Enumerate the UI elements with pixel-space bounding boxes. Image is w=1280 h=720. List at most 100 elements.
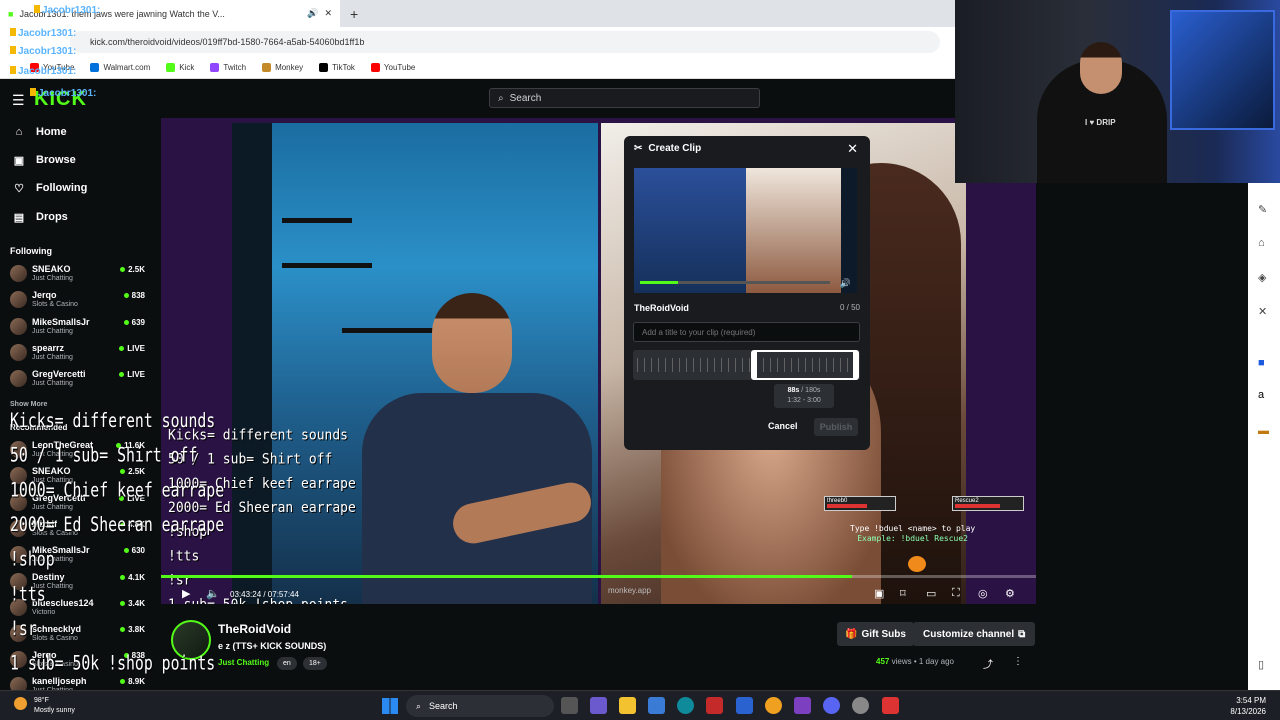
tab-favicon-icon: ■ xyxy=(8,8,14,19)
bing-icon[interactable]: ■ xyxy=(1258,357,1265,369)
overlay-commands-large: Kicks= different sounds 50 / 1 sub= Shir… xyxy=(10,409,225,675)
bookmarks-bar: YouTube Walmart.com Kick Twitch Monkey T… xyxy=(0,57,955,79)
more-options-icon[interactable]: ⋮ xyxy=(1013,656,1023,667)
following-channel[interactable]: Jerqo Slots & Casino 838 xyxy=(10,288,145,312)
system-clock[interactable]: 3:54 PM 8/13/2026 xyxy=(1230,695,1266,717)
amazon-icon[interactable]: a xyxy=(1258,389,1264,401)
gift-icon: 🎁 xyxy=(845,628,858,640)
settings-icon[interactable]: ⚙ xyxy=(1005,587,1015,600)
avatar xyxy=(10,265,27,282)
clip-preview[interactable]: 🔊 xyxy=(634,168,857,293)
app-icon[interactable] xyxy=(736,697,753,714)
browse-icon: ▣ xyxy=(13,154,25,167)
tag-language[interactable]: en xyxy=(277,657,297,670)
bookmark-monkey[interactable]: Monkey xyxy=(262,63,303,73)
task-view-icon[interactable] xyxy=(561,697,578,714)
obs-icon[interactable] xyxy=(794,697,811,714)
theater-icon[interactable]: ▭ xyxy=(926,587,936,600)
speaker-icon[interactable]: 🔊 xyxy=(307,8,318,19)
external-icon: ⧉ xyxy=(1018,628,1026,640)
sidebar-item-following[interactable]: ♡ Following xyxy=(12,178,87,198)
tag-mature[interactable]: 18+ xyxy=(303,657,327,670)
briefcase-icon[interactable]: ▬ xyxy=(1258,425,1269,437)
gift-subs-button[interactable]: 🎁 Gift Subs xyxy=(837,622,914,646)
category-link[interactable]: Just Chatting xyxy=(218,658,269,667)
customize-channel-button[interactable]: Customize channel ⧉ xyxy=(913,622,1036,646)
edit-icon[interactable]: ✎ xyxy=(1258,203,1267,216)
store-icon[interactable] xyxy=(648,697,665,714)
following-channel[interactable]: MikeSmallsJr Just Chatting 639 xyxy=(10,315,145,339)
tools-icon[interactable]: ✕ xyxy=(1258,305,1267,318)
sidebar-item-browse[interactable]: ▣ Browse xyxy=(12,150,76,170)
publish-button[interactable]: Publish xyxy=(814,418,858,436)
clip-owner-row: TheRoidVoid 0 / 50 xyxy=(634,303,860,313)
bookmark-tiktok[interactable]: TikTok xyxy=(319,63,355,73)
sun-icon xyxy=(14,697,27,710)
bookmark-youtube-2[interactable]: YouTube xyxy=(370,63,415,73)
following-title: Following xyxy=(10,246,52,256)
pumpkin-icon xyxy=(908,556,926,572)
clip-title-input[interactable] xyxy=(633,322,860,342)
following-channel[interactable]: GregVercetti Just Chatting LIVE xyxy=(10,367,145,391)
speed-icon[interactable]: ◎ xyxy=(978,587,988,600)
menu-icon[interactable]: ☰ xyxy=(12,92,25,109)
bookmark-walmart[interactable]: Walmart.com xyxy=(90,63,150,73)
copilot-icon[interactable] xyxy=(590,697,607,714)
clip-icon[interactable]: ⌑ xyxy=(900,587,906,600)
app-icon[interactable] xyxy=(882,697,899,714)
progress-fill xyxy=(161,575,853,578)
clip-duration-tooltip: 88s / 180s 1:32 - 3:00 xyxy=(774,384,834,408)
following-channel[interactable]: spearrz Just Chatting LIVE xyxy=(10,341,145,365)
home-icon: ⌂ xyxy=(15,126,23,138)
share-icon[interactable]: ⤴ xyxy=(983,656,993,671)
volume-icon[interactable]: 🔊 xyxy=(840,278,851,289)
close-tab-icon[interactable]: ✕ xyxy=(324,8,332,19)
new-tab-button[interactable]: + xyxy=(350,6,358,22)
channel-name[interactable]: TheRoidVoid xyxy=(218,622,291,636)
following-channel[interactable]: SNEAKO Just Chatting 2.5K xyxy=(10,262,145,286)
anime-poster xyxy=(1170,10,1275,130)
windows-start-icon[interactable] xyxy=(382,698,398,714)
clip-owner: TheRoidVoid xyxy=(634,303,689,313)
weather-widget[interactable]: 98°F Mostly sunny xyxy=(14,696,75,716)
close-icon[interactable]: ✕ xyxy=(847,141,858,157)
app-icon[interactable] xyxy=(706,697,723,714)
chat-spam-line: Jacobr1301: xyxy=(10,28,76,39)
right-panel xyxy=(1045,183,1248,690)
pip-icon[interactable]: ▣ xyxy=(874,587,884,600)
clip-selection-handle[interactable] xyxy=(751,350,859,380)
search-icon: ⌕ xyxy=(498,92,504,104)
shelf xyxy=(282,218,352,223)
sidebar-item-drops[interactable]: ▤ Drops xyxy=(12,207,68,227)
video-progress-bar[interactable] xyxy=(161,575,1036,578)
char-counter: 0 / 50 xyxy=(839,303,860,312)
game-icon[interactable]: ◈ xyxy=(1258,271,1266,284)
chrome-icon[interactable] xyxy=(765,697,782,714)
drops-icon: ▤ xyxy=(13,211,25,224)
bookmark-twitch[interactable]: Twitch xyxy=(210,63,246,73)
modal-header: ✂ Create Clip xyxy=(634,143,702,154)
search-input[interactable]: ⌕ Search xyxy=(489,88,760,108)
taskbar-search[interactable]: ⌕ Search xyxy=(406,695,554,717)
edge-icon[interactable] xyxy=(677,697,694,714)
tag-icon[interactable]: ⌂ xyxy=(1258,237,1265,249)
settings-icon[interactable] xyxy=(852,697,869,714)
fullscreen-icon[interactable]: ⛶ xyxy=(952,587,960,600)
heart-icon: ♡ xyxy=(14,182,24,195)
search-icon: ⌕ xyxy=(416,700,422,711)
address-bar[interactable]: kick.com/theroidvoid/videos/019ff7bd-158… xyxy=(70,31,940,53)
cancel-button[interactable]: Cancel xyxy=(768,421,798,431)
streamer xyxy=(362,293,595,604)
site-header: ☰ KICK ⌕ Search xyxy=(0,80,1045,118)
sidebar-toggle-icon[interactable]: ▯ xyxy=(1258,658,1264,671)
preview-progress[interactable] xyxy=(640,281,830,284)
duel-health-bar-1: threeb0 xyxy=(824,496,896,511)
file-explorer-icon[interactable] xyxy=(619,697,636,714)
bookmark-kick[interactable]: Kick xyxy=(166,63,194,73)
discord-icon[interactable] xyxy=(823,697,840,714)
clip-range-selector[interactable] xyxy=(633,350,860,380)
browser-side-panel: ✎ ⌂ ◈ ✕ ■ a ▬ ▯ xyxy=(1248,183,1280,690)
sidebar-item-home[interactable]: ⌂ Home xyxy=(12,122,67,142)
watermark: monkey.app xyxy=(608,586,651,595)
avatar xyxy=(10,291,27,308)
